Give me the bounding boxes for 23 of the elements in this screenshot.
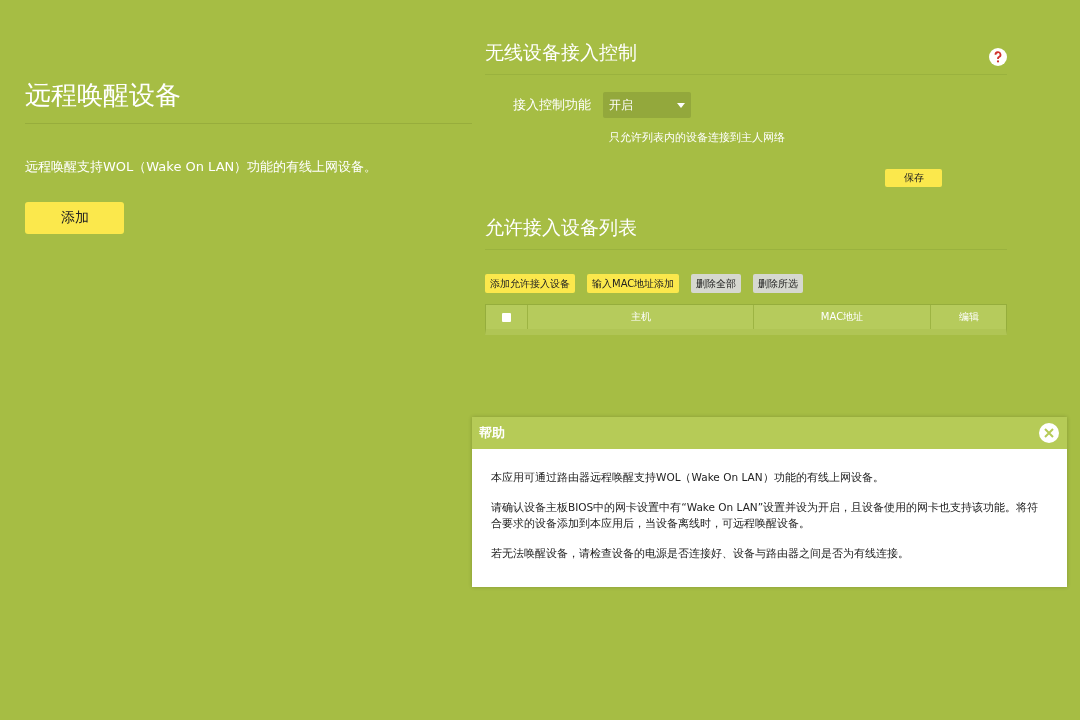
dialog-title: 帮助 xyxy=(479,424,505,442)
field-label: 接入控制功能 xyxy=(513,96,591,114)
column-header: 编辑 xyxy=(930,305,1006,329)
caret-icon xyxy=(677,102,685,108)
delete-action-button[interactable]: 删除全部 xyxy=(691,274,742,293)
section-title: 允许接入设备列表 xyxy=(485,215,1007,250)
hint-text: 只允许列表内的设备连接到主人网络 xyxy=(609,130,786,145)
help-paragraph: 本应用可通过路由器远程唤醒支持WOL（Wake On LAN）功能的有线上网设备。 xyxy=(491,470,885,485)
column-header: 主机 xyxy=(527,305,753,329)
close-button[interactable] xyxy=(1039,423,1059,443)
description-text: 远程唤醒支持WOL（Wake On LAN）功能的有线上网设备。 xyxy=(25,158,379,176)
page-title: 远程唤醒设备 xyxy=(25,78,472,124)
delete-action-button[interactable]: 删除所选 xyxy=(753,274,804,293)
add-action-button[interactable]: 输入MAC地址添加 xyxy=(587,274,680,293)
add-button[interactable]: 添加 xyxy=(25,202,124,234)
help-icon[interactable] xyxy=(989,48,1007,66)
save-button[interactable]: 保存 xyxy=(885,169,942,187)
help-paragraph: 请确认设备主板BIOS中的网卡设置中有“Wake On LAN”设置并设为开启，且设备使用的网卡也支持该功能。将符合要求的设备添加到本应用后，当设备离线时，可远程唤醒设备。 xyxy=(491,500,1040,531)
help-paragraph: 若无法唤醒设备，请检查设备的电源是否连接好、设备与路由器之间是否为有线连接。 xyxy=(491,546,910,561)
select-all-checkbox[interactable] xyxy=(502,312,511,322)
add-action-button[interactable]: 添加允许接入设备 xyxy=(485,274,575,293)
column-header: MAC地址 xyxy=(753,305,930,329)
close-icon xyxy=(1044,428,1054,438)
